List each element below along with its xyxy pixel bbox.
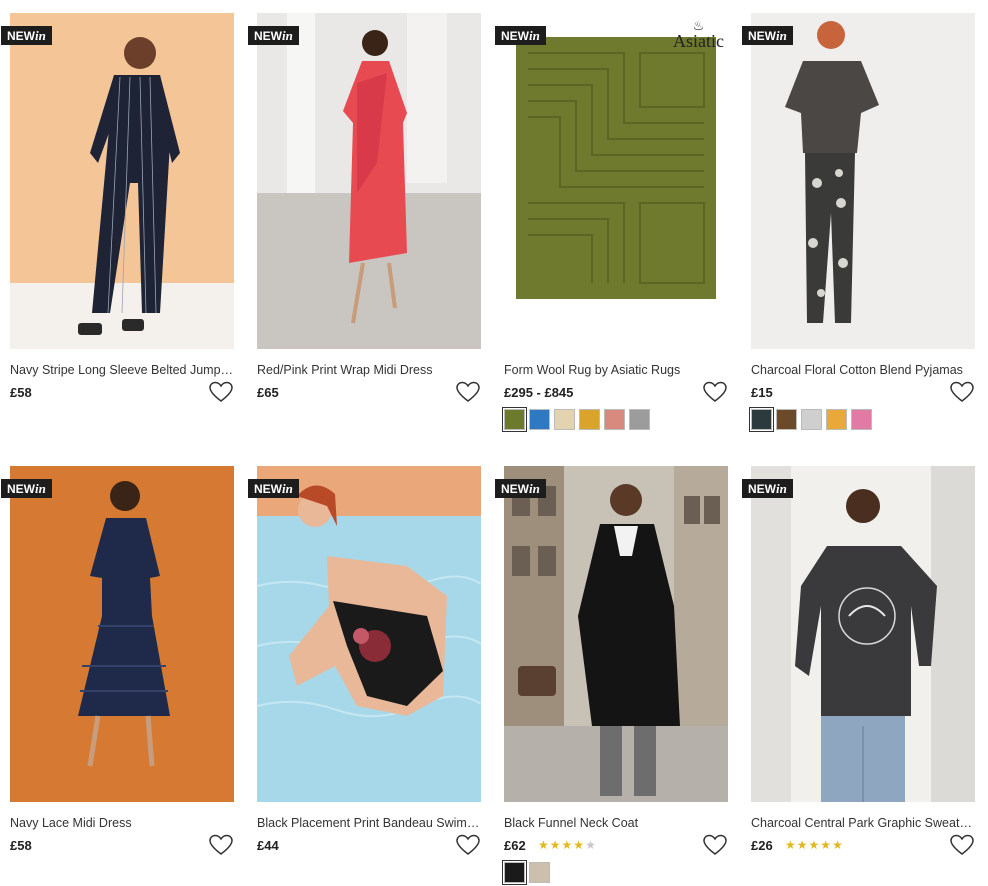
product-price: £58: [10, 838, 32, 853]
star-rating: ★★★★★: [538, 838, 597, 852]
star-icon: ★: [573, 838, 586, 852]
wishlist-heart-icon[interactable]: [455, 380, 481, 404]
wishlist-heart-icon[interactable]: [949, 380, 975, 404]
star-icon: ★: [796, 838, 809, 852]
new-in-badge: NEWin: [742, 479, 793, 498]
wishlist-heart-icon[interactable]: [208, 833, 234, 857]
new-in-badge: NEWin: [495, 479, 546, 498]
brand-logo: ♨ Asiatic: [673, 18, 724, 51]
product-title[interactable]: Black Placement Print Bandeau Swims...: [257, 816, 481, 830]
star-icon: ★: [585, 838, 597, 852]
product-photo: [10, 466, 234, 802]
star-icon: ★: [538, 838, 550, 852]
colour-swatch[interactable]: [554, 409, 575, 430]
product-title[interactable]: Black Funnel Neck Coat: [504, 816, 728, 830]
product-price: £44: [257, 838, 279, 853]
product-image[interactable]: [10, 13, 234, 349]
product-price: £15: [751, 385, 773, 400]
new-in-badge: NEWin: [742, 26, 793, 45]
product-photo: [10, 13, 234, 349]
star-rating: ★★★★★: [785, 838, 844, 852]
product-image[interactable]: [504, 466, 728, 802]
new-in-badge: NEWin: [248, 26, 299, 45]
colour-swatch[interactable]: [502, 407, 527, 432]
product-title[interactable]: Navy Lace Midi Dress: [10, 816, 234, 830]
colour-swatch[interactable]: [529, 862, 550, 883]
wishlist-heart-icon[interactable]: [702, 380, 728, 404]
product-price: £295 - £845: [504, 385, 574, 400]
wishlist-heart-icon[interactable]: [949, 833, 975, 857]
colour-swatch[interactable]: [604, 409, 625, 430]
colour-swatch[interactable]: [801, 409, 822, 430]
star-icon: ★: [832, 838, 844, 852]
colour-swatch[interactable]: [826, 409, 847, 430]
product-image[interactable]: [257, 13, 481, 349]
product-title[interactable]: Charcoal Central Park Graphic Sweats...: [751, 816, 975, 830]
product-image[interactable]: [10, 466, 234, 802]
product-photo: [751, 466, 975, 802]
star-icon: ★: [820, 838, 833, 852]
wishlist-heart-icon[interactable]: [208, 380, 234, 404]
product-photo: [257, 13, 481, 349]
product-image[interactable]: [751, 13, 975, 349]
product-price: £62: [504, 838, 526, 853]
colour-swatches: [502, 407, 650, 432]
product-title[interactable]: Charcoal Floral Cotton Blend Pyjamas: [751, 363, 975, 377]
star-icon: ★: [549, 838, 562, 852]
wishlist-heart-icon[interactable]: [702, 833, 728, 857]
new-in-badge: NEWin: [248, 479, 299, 498]
star-icon: ★: [808, 838, 821, 852]
new-in-badge: NEWin: [1, 479, 52, 498]
new-in-badge: NEWin: [1, 26, 52, 45]
new-in-badge: NEWin: [495, 26, 546, 45]
product-image[interactable]: [257, 466, 481, 802]
colour-swatch[interactable]: [749, 407, 774, 432]
product-title[interactable]: Form Wool Rug by Asiatic Rugs: [504, 363, 728, 377]
product-title[interactable]: Navy Stripe Long Sleeve Belted Jumps...: [10, 363, 234, 377]
colour-swatch[interactable]: [529, 409, 550, 430]
colour-swatches: [502, 860, 550, 885]
product-photo: [751, 13, 975, 349]
colour-swatch[interactable]: [629, 409, 650, 430]
product-photo: [504, 466, 728, 802]
product-photo: [516, 37, 716, 299]
star-icon: ★: [785, 838, 797, 852]
colour-swatch[interactable]: [579, 409, 600, 430]
wishlist-heart-icon[interactable]: [455, 833, 481, 857]
product-price: £65: [257, 385, 279, 400]
colour-swatch[interactable]: [776, 409, 797, 430]
product-image[interactable]: ♨ Asiatic: [504, 13, 728, 349]
colour-swatches: [749, 407, 872, 432]
colour-swatch[interactable]: [502, 860, 527, 885]
product-photo: [257, 466, 481, 802]
star-icon: ★: [561, 838, 574, 852]
product-price: £26: [751, 838, 773, 853]
product-image[interactable]: [751, 466, 975, 802]
product-title[interactable]: Red/Pink Print Wrap Midi Dress: [257, 363, 481, 377]
product-price: £58: [10, 385, 32, 400]
colour-swatch[interactable]: [851, 409, 872, 430]
